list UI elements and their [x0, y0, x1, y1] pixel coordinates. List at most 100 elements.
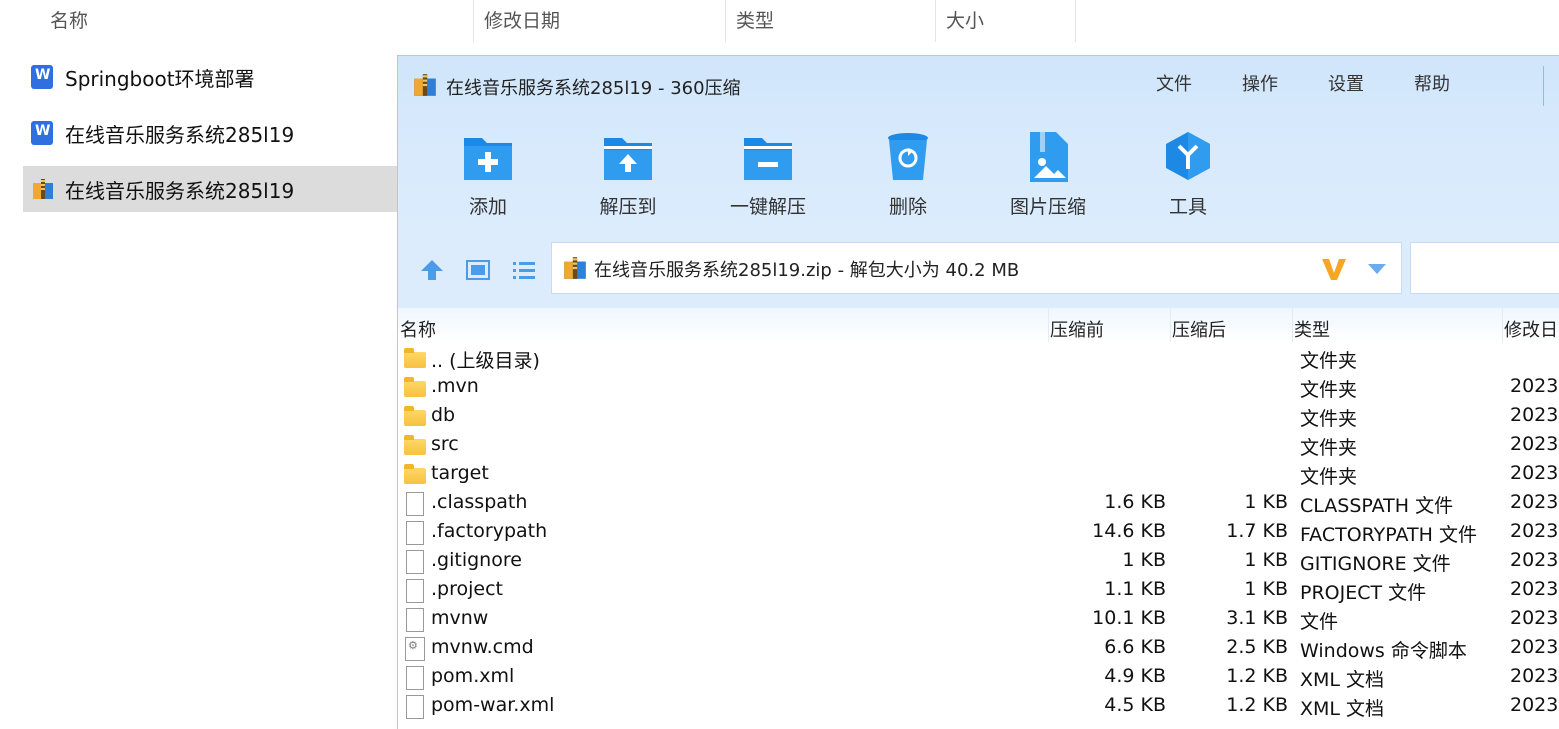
file-row[interactable]: pom.xml 4.9 KB 1.2 KB XML 文档 2023-: [398, 663, 1559, 692]
file-name: mvnw.cmd: [431, 636, 534, 658]
col-modified[interactable]: 修改日: [1504, 316, 1558, 342]
explorer-col-size[interactable]: 大小: [946, 6, 984, 33]
file-row[interactable]: pom-war.xml 4.5 KB 1.2 KB XML 文档 2023-: [398, 692, 1559, 721]
window-title: 在线音乐服务系统285l19 - 360压缩: [446, 78, 741, 99]
explorer-column-header: 名称 修改日期 类型 大小: [0, 0, 1559, 42]
file-icon: [406, 550, 424, 574]
file-icon: [406, 695, 424, 719]
file-icon: [406, 666, 424, 690]
col-before-size[interactable]: 压缩前: [1050, 316, 1104, 342]
column-divider[interactable]: [1502, 308, 1503, 342]
file-size-before: 4.5 KB: [1104, 694, 1166, 716]
file-name: mvnw: [431, 607, 489, 629]
one-click-extract-icon: [740, 128, 796, 184]
image-compress-icon: [1020, 128, 1076, 184]
file-name: target: [431, 462, 489, 484]
list-view-icon[interactable]: [510, 256, 538, 284]
col-type[interactable]: 类型: [1294, 316, 1330, 342]
file-row[interactable]: .factorypath 14.6 KB 1.7 KB FACTORYPATH 文件 2…: [398, 518, 1559, 547]
file-size-before: 10.1 KB: [1092, 607, 1166, 629]
explorer-item-label: Springboot环境部署: [65, 66, 255, 91]
verified-icon[interactable]: [1320, 255, 1348, 283]
search-input[interactable]: [1410, 242, 1559, 294]
one-click-extract-label: 一键解压: [729, 196, 806, 218]
delete-button[interactable]: 删除: [848, 122, 968, 219]
file-size-after: 3.1 KB: [1226, 607, 1288, 629]
file-size-before: 4.9 KB: [1104, 665, 1166, 687]
file-name: db: [431, 404, 456, 426]
file-size-before: 1.1 KB: [1104, 578, 1166, 600]
up-arrow-icon[interactable]: [418, 256, 446, 284]
image-compress-label: 图片压缩: [1009, 196, 1086, 218]
extract-to-icon: [600, 128, 656, 184]
explorer-item-selected[interactable]: 在线音乐服务系统285l19: [23, 166, 397, 212]
title-bar[interactable]: 在线音乐服务系统285l19 - 360压缩 文件 操作 设置 帮助: [398, 56, 1559, 116]
file-modified: 2023-: [1510, 636, 1559, 658]
file-modified: 2023-: [1510, 404, 1559, 426]
file-row[interactable]: mvnw.cmd 6.6 KB 2.5 KB Windows 命令脚本 2023-: [398, 634, 1559, 663]
col-after-size[interactable]: 压缩后: [1172, 316, 1226, 342]
file-row[interactable]: .. (上级目录) 文件夹: [398, 344, 1559, 373]
menu-help[interactable]: 帮助: [1414, 70, 1450, 96]
explorer-col-modified[interactable]: 修改日期: [484, 6, 560, 33]
one-click-extract-button[interactable]: 一键解压: [708, 122, 828, 219]
file-size-after: 1.2 KB: [1226, 665, 1288, 687]
explorer-col-type[interactable]: 类型: [736, 6, 774, 33]
column-divider[interactable]: [1075, 0, 1076, 42]
file-list: .. (上级目录) 文件夹 .mvn 文件夹 2023- db 文件夹 2023- src 文件夹…: [398, 344, 1559, 729]
column-divider[interactable]: [935, 0, 936, 42]
add-button[interactable]: 添加: [428, 122, 548, 219]
file-row[interactable]: .classpath 1.6 KB 1 KB CLASSPATH 文件 2023-: [398, 489, 1559, 518]
file-size-before: 1.6 KB: [1104, 491, 1166, 513]
file-modified: 2023-: [1510, 665, 1559, 687]
file-row[interactable]: .gitignore 1 KB 1 KB GITIGNORE 文件 2023-: [398, 547, 1559, 576]
tools-label: 工具: [1168, 196, 1207, 218]
column-divider[interactable]: [725, 0, 726, 42]
file-size-after: 1 KB: [1244, 578, 1288, 600]
file-type: 文件夹: [1300, 466, 1358, 488]
column-divider[interactable]: [1292, 308, 1293, 342]
file-icon: [406, 579, 424, 603]
folder-icon: [404, 464, 426, 484]
file-row[interactable]: .project 1.1 KB 1 KB PROJECT 文件 2023-: [398, 576, 1559, 605]
explorer-item[interactable]: Springboot环境部署: [23, 54, 397, 100]
explorer-item[interactable]: 在线音乐服务系统285l19: [23, 110, 397, 156]
script-file-icon: [405, 637, 425, 661]
explorer-col-name[interactable]: 名称: [50, 6, 88, 33]
delete-label: 删除: [888, 196, 927, 218]
file-row[interactable]: db 文件夹 2023-: [398, 402, 1559, 431]
menu-operation[interactable]: 操作: [1242, 70, 1278, 96]
file-type: 文件夹: [1300, 379, 1358, 401]
folder-icon: [404, 406, 426, 426]
zip-archive-icon: [412, 72, 438, 98]
image-compress-button[interactable]: 图片压缩: [988, 122, 1108, 219]
file-size-after: 1.7 KB: [1226, 520, 1288, 542]
file-type: 文件夹: [1300, 408, 1358, 430]
column-divider[interactable]: [1048, 308, 1049, 342]
recycle-bin-icon: [880, 128, 936, 184]
file-type: 文件夹: [1300, 437, 1358, 459]
file-name: .mvn: [431, 375, 479, 397]
file-size-before: 14.6 KB: [1092, 520, 1166, 542]
file-size-before: 1 KB: [1122, 549, 1166, 571]
column-divider[interactable]: [1170, 308, 1171, 342]
menu-file[interactable]: 文件: [1156, 70, 1192, 96]
file-modified: 2023-: [1510, 694, 1559, 716]
file-row[interactable]: target 文件夹 2023-: [398, 460, 1559, 489]
file-type: CLASSPATH 文件: [1300, 495, 1454, 517]
file-row[interactable]: mvnw 10.1 KB 3.1 KB 文件 2023-: [398, 605, 1559, 634]
file-row[interactable]: src 文件夹 2023-: [398, 431, 1559, 460]
thumbnail-view-icon[interactable]: [464, 256, 492, 284]
col-name[interactable]: 名称: [400, 316, 436, 342]
chevron-down-icon[interactable]: [1368, 261, 1386, 274]
extract-to-button[interactable]: 解压到: [568, 122, 688, 219]
tools-icon: [1160, 128, 1216, 184]
path-bar[interactable]: 在线音乐服务系统285l19.zip - 解包大小为 40.2 MB: [551, 242, 1402, 294]
file-row[interactable]: .mvn 文件夹 2023-: [398, 373, 1559, 402]
file-type: XML 文档: [1300, 669, 1385, 691]
column-divider[interactable]: [473, 0, 474, 42]
folder-icon: [404, 435, 426, 455]
tools-button[interactable]: 工具: [1128, 122, 1248, 219]
menu-settings[interactable]: 设置: [1328, 70, 1364, 96]
file-size-after: 2.5 KB: [1226, 636, 1288, 658]
